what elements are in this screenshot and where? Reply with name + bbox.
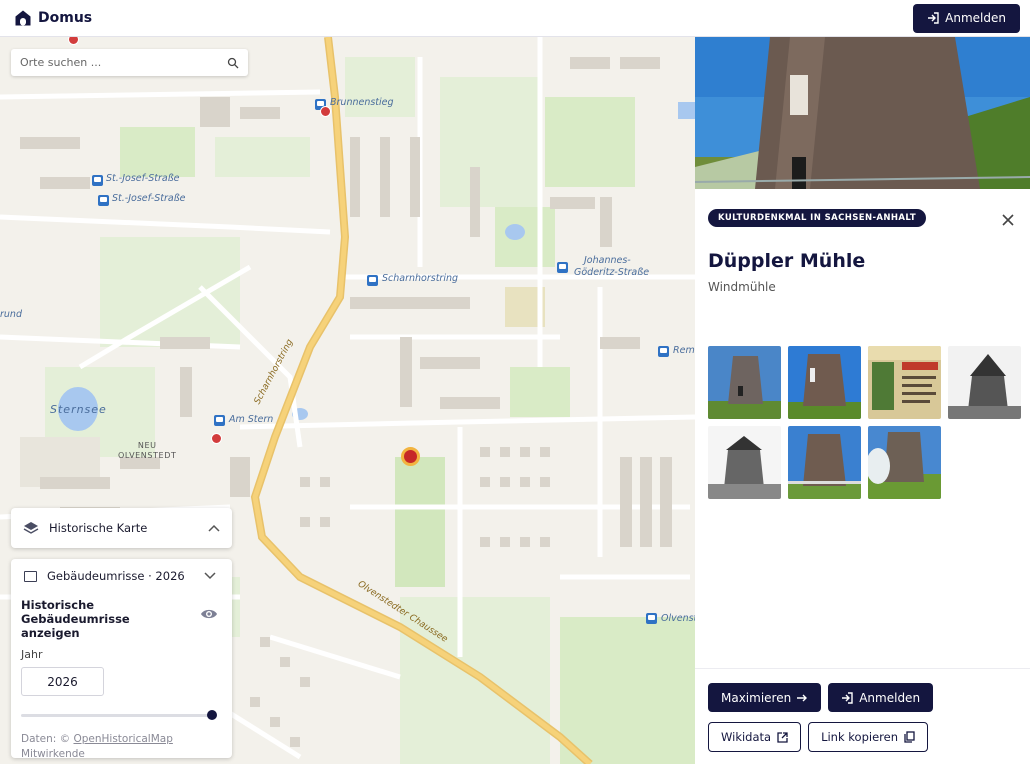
map-label-olvenst: Olvenst <box>661 613 695 624</box>
attribution-link[interactable]: OpenHistoricalMap <box>73 733 172 745</box>
year-input[interactable]: 2026 <box>21 667 104 696</box>
hero-image[interactable] <box>695 37 1030 189</box>
map-label-grund: rund <box>0 309 22 320</box>
layers-icon <box>23 522 39 534</box>
square-icon <box>24 570 37 582</box>
map-label-scharnhorstring-stop: Scharnhorstring <box>382 273 459 284</box>
bus-stop-icon[interactable] <box>658 346 669 357</box>
arrow-right-icon <box>797 694 808 701</box>
wikidata-button[interactable]: Wikidata <box>708 722 802 752</box>
year-slider-track <box>21 714 213 717</box>
building-layer-header[interactable]: Gebäudeumrisse · 2026 <box>21 569 222 583</box>
copy-link-label: Link kopieren <box>821 730 898 744</box>
bus-stop-icon[interactable] <box>646 613 657 624</box>
attribution-prefix: Daten: © <box>21 733 71 745</box>
historic-map-label: Historische Karte <box>49 521 148 535</box>
map-label-st-josef: St.-Josef-Straße <box>112 193 186 204</box>
map-label-goederitz: Göderitz-Straße <box>574 267 650 278</box>
monument-title: Düppler Mühle <box>708 250 866 272</box>
map-label-st-josef: St.-Josef-Straße <box>106 173 180 184</box>
copy-icon <box>904 731 915 743</box>
gallery-thumbnail[interactable] <box>708 346 781 419</box>
map-label-am-stern: Am Stern <box>229 414 274 425</box>
year-label: Jahr <box>21 648 43 661</box>
map-canvas[interactable]: Brunnenstieg St.-Josef-Straße St.-Josef-… <box>0 37 695 764</box>
detail-login-label: Anmelden <box>859 690 921 705</box>
monument-marker[interactable] <box>211 433 222 444</box>
search-input[interactable] <box>20 56 227 69</box>
heritage-badge: KULTURDENKMAL IN SACHSEN-ANHALT <box>708 209 927 227</box>
photo-gallery <box>708 346 1028 499</box>
top-bar: Domus Anmelden <box>0 0 1030 37</box>
historic-map-toggle[interactable]: Historische Karte <box>11 508 232 548</box>
gallery-thumbnail[interactable] <box>708 426 781 499</box>
map-label-neu-olvenstedt: NEU OLVENSTEDT <box>118 441 176 461</box>
map-label-johannes: Johannes- <box>584 255 631 266</box>
gallery-thumbnail[interactable] <box>788 346 861 419</box>
close-icon[interactable] <box>1001 213 1015 227</box>
external-link-icon <box>777 731 788 743</box>
show-historic-outlines-label: Historische Gebäudeumrisse anzeigen <box>21 598 130 640</box>
bus-stop-icon[interactable] <box>98 195 109 206</box>
map-label-olvenstedt: OLVENSTEDT <box>118 451 177 460</box>
year-slider-handle[interactable] <box>207 710 217 720</box>
detail-panel: KULTURDENKMAL IN SACHSEN-ANHALT Düppler … <box>695 37 1030 764</box>
gallery-thumbnail[interactable] <box>868 346 941 419</box>
maximize-button[interactable]: Maximieren <box>708 683 822 712</box>
place-search <box>11 49 248 76</box>
gallery-thumbnail[interactable] <box>948 346 1021 419</box>
attribution: Daten: © OpenHistoricalMap Mitwirkende <box>21 732 222 762</box>
login-icon <box>842 691 853 704</box>
building-layer-label: Gebäudeumrisse · 2026 <box>47 569 185 583</box>
monument-type: Windmühle <box>708 280 776 294</box>
detail-login-button[interactable]: Anmelden <box>828 683 934 712</box>
building-outline-panel: Gebäudeumrisse · 2026 Historische Gebäud… <box>11 559 232 760</box>
attribution-suffix: Mitwirkende <box>21 748 85 760</box>
brand-name: Domus <box>38 10 93 26</box>
selected-monument-marker[interactable] <box>401 447 420 466</box>
monument-marker[interactable] <box>320 106 331 117</box>
house-icon <box>15 10 31 26</box>
login-label: Anmelden <box>945 11 1006 25</box>
map-label-remi: Remi <box>673 345 695 356</box>
chevron-down-icon[interactable] <box>204 572 216 580</box>
search-icon[interactable] <box>227 57 239 69</box>
login-button[interactable]: Anmelden <box>913 3 1020 33</box>
bus-stop-icon[interactable] <box>557 262 568 273</box>
wikidata-label: Wikidata <box>721 730 772 744</box>
gallery-thumbnail[interactable] <box>868 426 941 499</box>
maximize-label: Maximieren <box>721 690 792 705</box>
map-label-sternsee: Sternsee <box>50 403 107 416</box>
windmill-photo <box>695 37 1030 189</box>
year-slider[interactable] <box>21 710 217 720</box>
chevron-up-icon[interactable] <box>208 524 220 532</box>
bus-stop-icon[interactable] <box>214 415 225 426</box>
map-label-brunnenstieg: Brunnenstieg <box>330 97 394 108</box>
bus-stop-icon[interactable] <box>92 175 103 186</box>
gallery-thumbnail[interactable] <box>788 426 861 499</box>
map-label-neu: NEU <box>137 441 157 450</box>
copy-link-button[interactable]: Link kopieren <box>808 722 928 752</box>
brand-logo[interactable]: Domus <box>14 9 92 27</box>
login-icon <box>928 12 939 24</box>
eye-icon[interactable] <box>200 607 218 621</box>
bus-stop-icon[interactable] <box>367 275 378 286</box>
detail-actions: Maximieren Anmelden Wikidata Link kopier… <box>695 668 1030 764</box>
